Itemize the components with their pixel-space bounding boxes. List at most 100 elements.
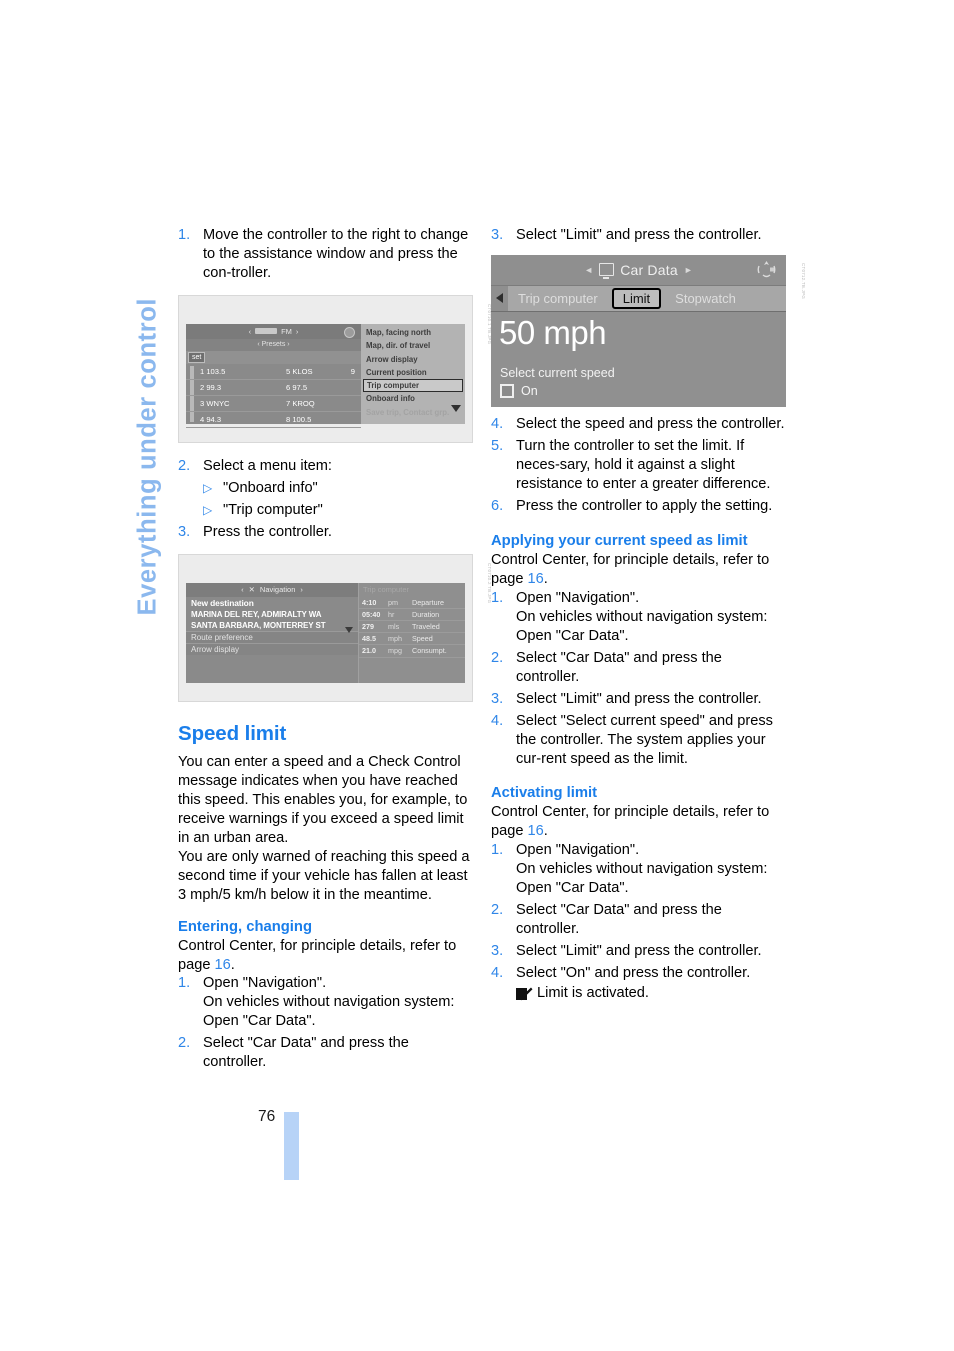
radio-presets-header: ‹ Presets ›	[186, 338, 361, 351]
car-data-tabbar: Trip computer Limit Stopwatch	[491, 285, 786, 312]
preset-left: 4 94.3	[200, 414, 222, 424]
step-text: Open "Navigation". On vehicles without n…	[516, 842, 768, 897]
list-item: 2. Select "Car Data" and press the contr…	[178, 1034, 473, 1072]
compass-icon	[757, 260, 776, 279]
page-reference-link[interactable]: 16	[528, 823, 544, 839]
table-row: 21.0 mpg Consumpt.	[359, 645, 465, 658]
chevron-right-icon: ›	[295, 326, 299, 336]
figure-caption: CT0712.TB.JPG	[801, 262, 806, 300]
navigation-header: ‹ ✕ Navigation ›	[186, 582, 358, 597]
list-item: 3. Press the controller.	[178, 523, 473, 542]
tab-limit[interactable]: Limit	[611, 287, 662, 309]
step-number: 4.	[491, 415, 504, 432]
table-row[interactable]: 4 94.3 8 100.5	[186, 412, 361, 428]
menu-item-arrow-display[interactable]: Arrow display	[186, 642, 358, 655]
heading-activating-limit: Activating limit	[491, 785, 598, 802]
set-button[interactable]: set	[188, 351, 206, 363]
select-current-speed-option[interactable]: Select current speed	[500, 366, 615, 380]
list-item-destination-2[interactable]: SANTA BARBARA, MONTERREY ST	[186, 620, 358, 631]
step-text: Select "Limit" and press the controller.	[516, 690, 762, 707]
tab-trip-computer[interactable]: Trip computer	[508, 291, 608, 306]
tab-stopwatch[interactable]: Stopwatch	[665, 291, 746, 306]
back-arrow-icon[interactable]	[491, 285, 508, 311]
menu-item-arrow-display[interactable]: Arrow display	[361, 353, 465, 366]
table-row[interactable]: 3 WNYC 7 KROQ	[186, 396, 361, 412]
trip-unit: pm	[388, 597, 398, 607]
trip-value: 05:40	[362, 609, 381, 619]
table-row[interactable]: 2 99.3 6 97.5	[186, 380, 361, 396]
step-text: Press the controller.	[203, 523, 332, 540]
page-title: Speed limit	[178, 721, 287, 745]
step-text: Select "Car Data" and press the controll…	[516, 902, 722, 938]
chevron-down-icon[interactable]	[451, 404, 461, 412]
chevron-left-icon: ‹	[248, 326, 252, 336]
trip-label: Traveled	[412, 622, 440, 632]
list-item: 5. Turn the controller to set the limit.…	[491, 437, 786, 494]
trip-label: Consumpt.	[412, 646, 447, 656]
car-data-body: 50 mph Select current speed On	[491, 311, 786, 407]
paragraph-control-center-ref: Control Center, for principle details, r…	[178, 937, 473, 975]
table-row[interactable]: 1 103.5 5 KLOS 9	[186, 364, 361, 380]
list-item: 3. Select "Limit" and press the controll…	[491, 226, 786, 245]
table-row: 05:40 hr Duration	[359, 609, 465, 622]
monitor-icon	[599, 263, 615, 280]
trip-unit: mpg	[388, 646, 402, 656]
table-row: 48.5 mph Speed	[359, 633, 465, 646]
step-number: 3.	[178, 523, 191, 540]
heading-applying-current-speed: Applying your current speed as limit	[491, 532, 748, 549]
manual-page: Everything under control 76 1. Move the …	[0, 0, 954, 1351]
trip-label: Speed	[412, 634, 433, 644]
trip-value: 21.0	[362, 646, 376, 656]
menu-item-current-position[interactable]: Current position	[361, 366, 465, 379]
page-reference-link[interactable]: 16	[528, 571, 544, 587]
menu-item-save-trip[interactable]: Save trip, Contact grp.	[361, 406, 465, 419]
preset-mid: 7 KROQ	[286, 398, 315, 408]
step-text: Open "Navigation". On vehicles without n…	[203, 975, 455, 1030]
paragraph-speed-limit-2: You are only warned of reaching this spe…	[178, 848, 470, 903]
list-item: 4. Select "On" and press the controller.	[491, 964, 786, 983]
trip-value: 279	[362, 622, 374, 632]
step-number: 2.	[491, 902, 504, 919]
table-row: 4:10 pm Departure	[359, 597, 465, 609]
menu-item-route-preference[interactable]: Route preference	[186, 630, 358, 643]
step-text: Press the controller to apply the settin…	[516, 497, 773, 514]
speed-limit-value[interactable]: 50 mph	[499, 314, 607, 352]
step-number: 3.	[491, 943, 504, 960]
step-text: Select "Car Data" and press the controll…	[203, 1035, 409, 1071]
menu-item-trip-computer[interactable]: Trip computer	[363, 379, 463, 393]
lead-period: .	[230, 956, 235, 973]
list-item: 1. Open "Navigation". On vehicles withou…	[178, 974, 473, 1031]
trip-computer-title: Trip computer	[363, 584, 409, 594]
menu-item-map-dir-of-travel[interactable]: Map, dir. of travel	[361, 339, 465, 352]
checkbox-icon[interactable]	[500, 383, 514, 398]
menu-item-map-facing-north[interactable]: Map, facing north	[361, 326, 465, 339]
chevron-left-icon[interactable]: ◄	[584, 265, 593, 275]
step-number: 3.	[491, 227, 504, 243]
list-item-destination-1[interactable]: MARINA DEL REY, ADMIRALTY WA	[186, 609, 358, 620]
on-toggle-row[interactable]: On	[500, 383, 538, 398]
step-text: Select the speed and press the controlle…	[516, 415, 785, 432]
lead-period: .	[543, 823, 548, 840]
preset-left: 1 103.5	[200, 366, 226, 376]
list-item: 3. Select "Limit" and press the controll…	[491, 942, 786, 961]
step-number: 5.	[491, 437, 504, 454]
list-item: ▷ "Onboard info"	[178, 479, 473, 498]
table-row: 279 mls Traveled	[359, 621, 465, 634]
chevron-right-icon[interactable]: ►	[684, 265, 693, 275]
trip-label: Duration	[412, 609, 440, 619]
step-number: 4.	[491, 712, 504, 729]
page-reference-link[interactable]: 16	[215, 957, 231, 973]
step-number: 3.	[491, 690, 504, 707]
radio-header: ‹ FM ›	[186, 323, 361, 339]
heading-entering-changing: Entering, changing	[178, 918, 312, 935]
preset-mid: 8 100.5	[286, 414, 312, 424]
chevron-down-icon[interactable]	[345, 626, 353, 633]
list-item-new-destination[interactable]: New destination	[186, 597, 358, 609]
step-number: 1.	[491, 589, 504, 606]
presets-label: Presets	[261, 341, 286, 349]
menu-item-onboard-info[interactable]: Onboard info	[361, 392, 465, 405]
step-number: 2.	[178, 457, 191, 474]
radio-band-label: FM	[281, 326, 292, 336]
preset-left: 3 WNYC	[200, 398, 230, 408]
left-column: 1. Move the controller to the right to c…	[178, 226, 492, 1075]
